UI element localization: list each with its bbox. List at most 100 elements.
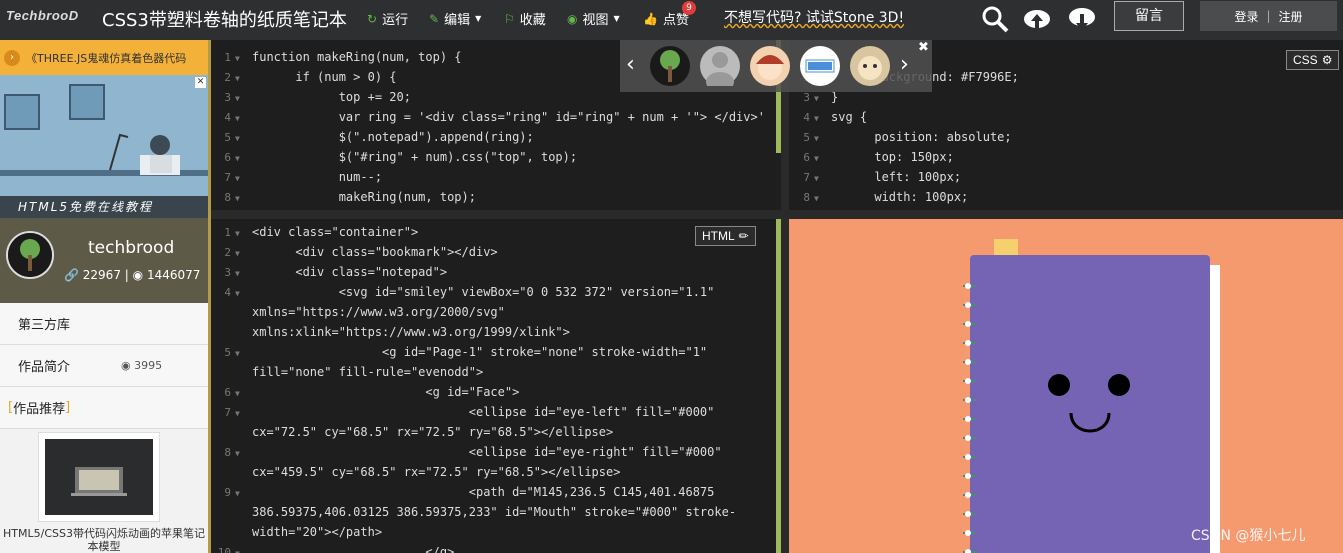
code-line[interactable]: top: 150px; — [831, 147, 1019, 167]
css-pane-label[interactable]: CSS ⚙ — [1286, 50, 1340, 70]
code-line[interactable]: position: absolute; — [831, 127, 1019, 147]
gear-icon: ⚙ — [1321, 53, 1333, 67]
horizontal-splitter[interactable] — [211, 210, 1343, 219]
code-line[interactable]: width: 100px; — [831, 187, 1019, 207]
cloud-upload-icon[interactable] — [1022, 4, 1052, 34]
fold-icon: ▼ — [235, 389, 240, 398]
fold-icon: ▼ — [814, 134, 819, 143]
recommend-thumbnail[interactable] — [38, 432, 160, 522]
login-button[interactable]: 登录 — [1234, 8, 1258, 25]
play-icon: › — [4, 49, 20, 66]
collect-button[interactable]: ⚐ 收藏 — [504, 9, 546, 29]
line-number: 3 ▼ — [224, 266, 240, 279]
recommend-caption[interactable]: HTML5/CSS3带代码闪烁动画的苹果笔记本模型 — [0, 527, 208, 553]
line-number: 4 ▼ — [803, 111, 819, 124]
author-name[interactable]: techbrood — [88, 238, 174, 258]
code-line[interactable]: <path d="M145,236.5 C145,401.46875 — [252, 482, 736, 502]
search-icon[interactable] — [980, 4, 1010, 34]
code-line[interactable]: $(".notepad").append(ring); — [252, 127, 765, 147]
fold-icon: ▼ — [235, 154, 240, 163]
sidebar-item-label: 第三方库 — [18, 318, 71, 333]
html-label: HTML — [702, 229, 735, 243]
avatar[interactable] — [6, 231, 54, 279]
code-line[interactable]: <div class="notepad"> — [252, 262, 736, 282]
code-line[interactable]: <g id="Page-1" stroke="none" stroke-widt… — [252, 342, 736, 362]
line-number: 6 ▼ — [803, 151, 819, 164]
notepad-ring — [963, 511, 977, 517]
prev-arrow-icon[interactable]: ‹ — [626, 52, 635, 77]
line-number: 6 ▼ — [224, 151, 240, 164]
code-line[interactable]: xmlns="https://www.w3.org/2000/svg" — [252, 302, 736, 322]
result-preview[interactable] — [789, 219, 1343, 553]
cloud-download-icon[interactable] — [1067, 4, 1097, 34]
code-line[interactable]: </g> — [252, 542, 736, 553]
close-icon[interactable]: ✖ — [918, 40, 929, 55]
line-number: 2▼ — [224, 71, 240, 84]
notepad-ring — [963, 492, 977, 498]
code-line[interactable]: num--; — [252, 167, 765, 187]
html-code[interactable]: <div class="container"> <div class="book… — [252, 222, 736, 553]
like-button[interactable]: 👍 点赞 — [643, 9, 689, 29]
code-line[interactable]: 386.59375,406.03125 386.59375,233" id="M… — [252, 502, 736, 522]
code-line[interactable]: <div class="container"> — [252, 222, 736, 242]
line-number: 10▼ — [211, 546, 247, 553]
html-editor[interactable]: 1▼ 2▼ 3▼ 4▼ 5▼ 6▼ 7▼ 8▼ 9▼ 10▼ <div class="contai… — [211, 219, 776, 553]
fold-icon: ▼ — [235, 269, 240, 278]
code-line[interactable]: <svg id="smiley" viewBox="0 0 532 372" v… — [252, 282, 736, 302]
ad-strip[interactable]: › 《THREE.JS鬼魂仿真着色器代码 — [0, 40, 208, 75]
line-number: 5 ▼ — [224, 131, 240, 144]
code-line[interactable]: cx="72.5" cy="68.5" rx="72.5" ry="68.5">… — [252, 422, 736, 442]
share-avatar[interactable] — [800, 46, 840, 86]
site-logo[interactable]: TechbrooD — [6, 8, 79, 23]
code-line[interactable]: var ring = '<div class="ring" id="ring" … — [252, 107, 765, 127]
code-line[interactable]: $("#ring" + num).css("top", top); — [252, 147, 765, 167]
message-button[interactable]: 留言 — [1114, 1, 1184, 31]
code-line[interactable]: cx="459.5" cy="68.5" rx="72.5" ry="68.5"… — [252, 462, 736, 482]
notepad-ring — [963, 340, 977, 346]
line-number — [211, 306, 247, 319]
line-number: 4 ▼ — [224, 286, 240, 299]
collect-label: 收藏 — [519, 13, 546, 28]
notepad-ring — [963, 321, 977, 327]
fold-icon: ▼ — [235, 349, 240, 358]
thumbnail-image — [45, 439, 153, 515]
share-avatar[interactable] — [700, 46, 740, 92]
sidebar-item-recommend[interactable]: [ 作品推荐 ] — [0, 387, 208, 429]
line-number — [211, 466, 247, 479]
code-line[interactable]: left: 100px; — [831, 167, 1019, 187]
fold-icon: ▼ — [814, 114, 819, 123]
sidebar-item-libraries[interactable]: 第三方库 — [0, 303, 208, 345]
line-number: 5 ▼ — [224, 346, 240, 359]
share-avatar[interactable] — [850, 46, 890, 86]
register-button[interactable]: 注册 — [1279, 8, 1303, 25]
sidebar-item-intro[interactable]: 作品简介 ◉ 3995 — [0, 345, 208, 387]
share-avatar[interactable] — [650, 46, 690, 86]
edit-icon: ✎ — [429, 11, 440, 26]
code-line[interactable]: <ellipse id="eye-left" fill="#000" — [252, 402, 736, 422]
code-line[interactable]: <div class="bookmark"></div> — [252, 242, 736, 262]
code-line[interactable]: svg { — [831, 107, 1019, 127]
line-number: 5 ▼ — [803, 131, 819, 144]
notepad-ring — [963, 359, 977, 365]
fold-icon: ▼ — [235, 549, 240, 553]
code-line[interactable]: fill="none" fill-rule="evenodd"> — [252, 362, 736, 382]
code-line[interactable]: width="20"></path> — [252, 522, 736, 542]
code-line[interactable]: <g id="Face"> — [252, 382, 736, 402]
html-pane-label[interactable]: HTML ✏ — [695, 226, 756, 246]
share-avatar[interactable] — [750, 46, 790, 86]
line-number: 1 ▼ — [224, 226, 240, 239]
edit-menu[interactable]: ✎ 编辑 ▼ — [429, 9, 481, 29]
next-arrow-icon[interactable]: › — [900, 52, 909, 77]
close-ad-button[interactable]: ✕ — [195, 77, 206, 88]
code-line[interactable]: makeRing(num, top); — [252, 187, 765, 207]
view-menu[interactable]: ◉ 视图 ▼ — [567, 9, 620, 29]
fold-icon: ▼ — [235, 489, 240, 498]
run-button[interactable]: ↻ 运行 — [367, 9, 408, 29]
code-line[interactable]: <ellipse id="eye-right" fill="#000" — [252, 442, 736, 462]
vertical-splitter[interactable] — [781, 40, 789, 553]
ad-strip-text: 《THREE.JS鬼魂仿真着色器代码 — [26, 51, 187, 65]
notepad-ring — [963, 397, 977, 403]
ad-banner[interactable]: ✕ HTML5免费在线教程 — [0, 75, 208, 218]
promo-link[interactable]: 不想写代码? 试试Stone 3D! — [724, 7, 904, 27]
code-line[interactable]: xmlns:xlink="https://www.w3.org/1999/xli… — [252, 322, 736, 342]
